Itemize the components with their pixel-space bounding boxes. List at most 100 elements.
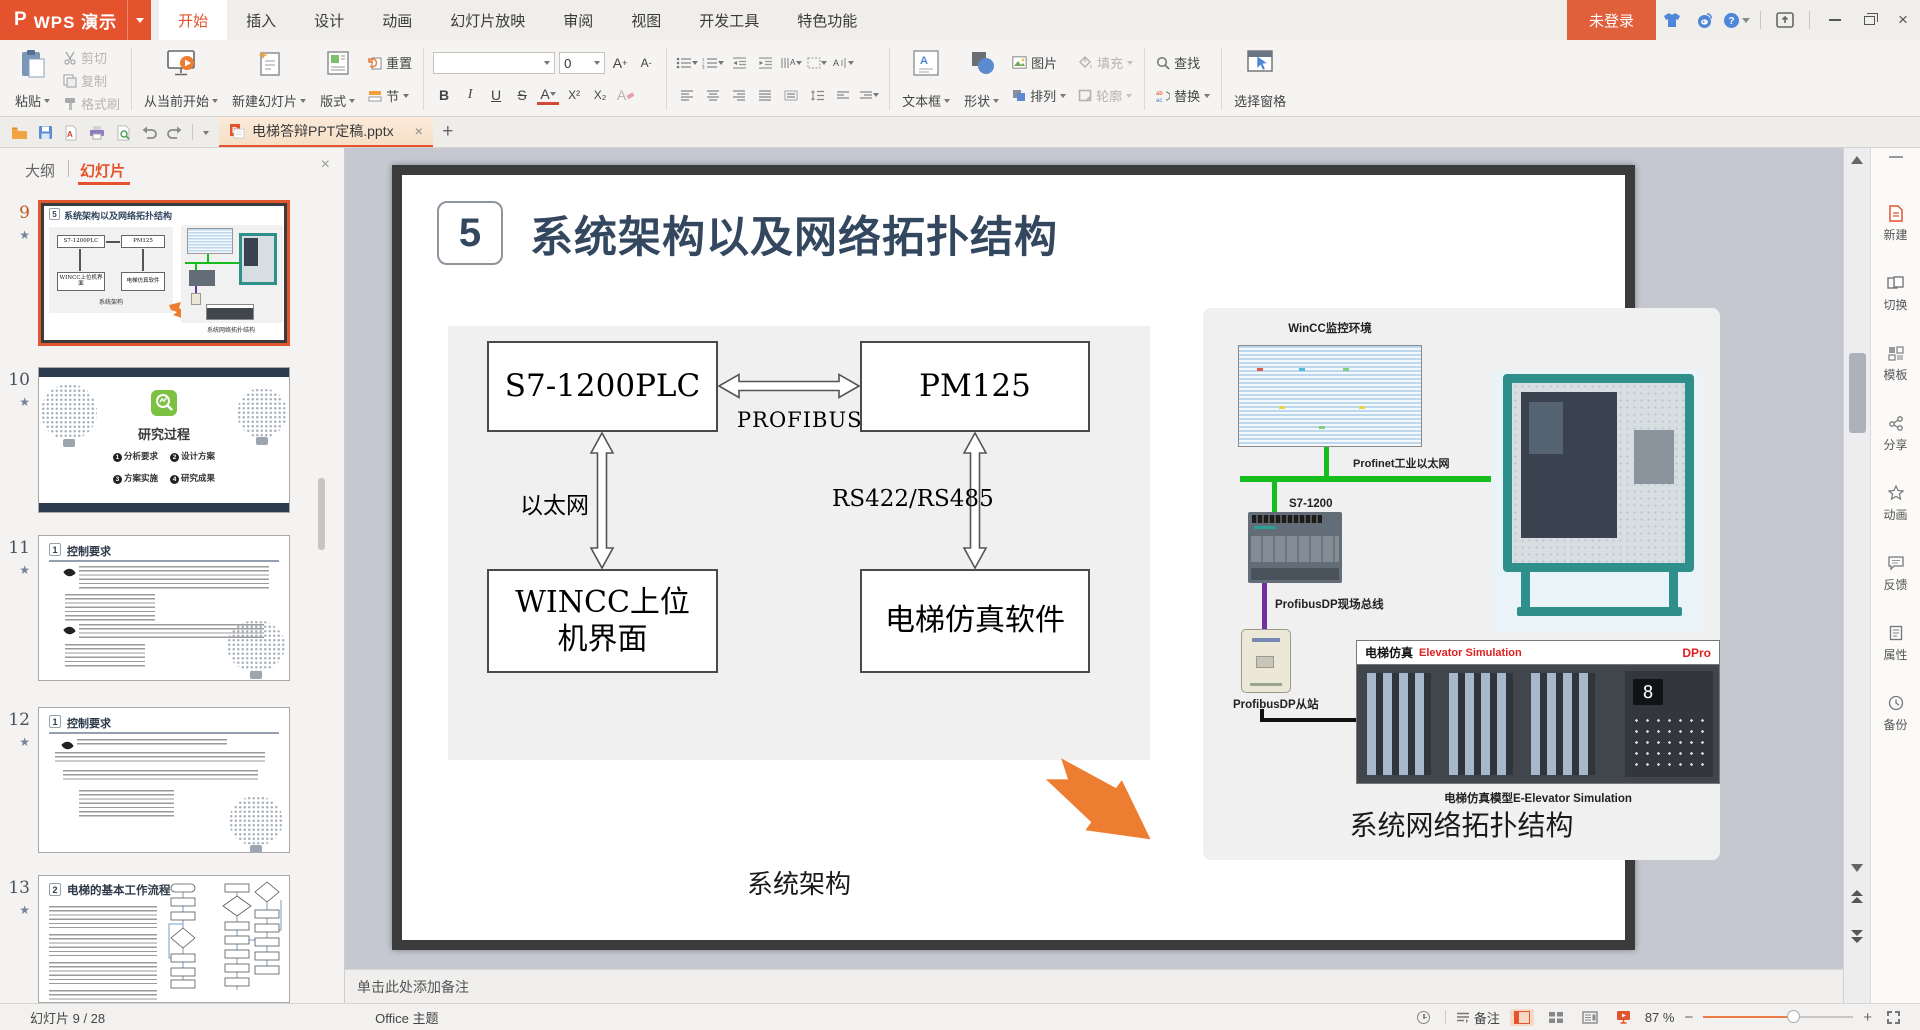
theme-name[interactable]: Office 主题 xyxy=(375,1008,438,1027)
increase-indent-button[interactable] xyxy=(754,52,776,74)
strikethrough-button[interactable]: S xyxy=(511,84,533,106)
tab-outline[interactable]: 大纲 xyxy=(25,160,55,181)
print-button[interactable] xyxy=(84,117,110,148)
slide-12-thumbnail[interactable]: 1 控制要求 xyxy=(38,707,290,853)
zoom-slider[interactable] xyxy=(1703,1016,1853,1018)
picture-button[interactable]: 图片 xyxy=(1006,51,1072,74)
slide-9-thumbnail[interactable]: 5 系统架构以及网络拓扑结构 S7-1200PLC PM125 WINCC上位机… xyxy=(38,200,290,346)
shrink-font-button[interactable]: A- xyxy=(635,52,657,74)
quickbar-dropdown[interactable] xyxy=(197,117,215,148)
grow-font-button[interactable]: A+ xyxy=(609,52,631,74)
align-center-button[interactable] xyxy=(702,84,724,106)
font-size-select[interactable]: 0 xyxy=(559,52,605,74)
bold-button[interactable]: B xyxy=(433,84,455,106)
font-family-select[interactable] xyxy=(433,52,555,74)
slideshow-button[interactable] xyxy=(1612,1008,1635,1026)
label-rs422[interactable]: RS422/RS485 xyxy=(832,486,994,512)
save-button[interactable] xyxy=(32,117,58,148)
font-color-button[interactable]: A xyxy=(537,86,559,105)
sidebar-item-properties[interactable]: 属性 xyxy=(1871,624,1920,663)
logo-dropdown-button[interactable] xyxy=(127,0,151,40)
app-logo[interactable]: P WPS 演示 xyxy=(0,0,127,40)
tab-slideshow[interactable]: 幻灯片放映 xyxy=(431,0,544,40)
slide-title[interactable]: 系统架构以及网络拓扑结构 xyxy=(530,203,1058,265)
zoom-slider-knob[interactable] xyxy=(1787,1010,1800,1023)
align-left-button[interactable] xyxy=(676,84,698,106)
arch-box-pm[interactable]: PM125 xyxy=(860,341,1090,432)
close-button[interactable]: × xyxy=(1886,0,1920,40)
login-button[interactable]: 未登录 xyxy=(1567,0,1656,40)
file-tab[interactable]: P 电梯答辩PPT定稿.pptx × xyxy=(219,117,433,147)
next-slide-button[interactable] xyxy=(1851,930,1863,944)
orange-pointer-arrow[interactable] xyxy=(1035,744,1169,865)
file-tab-close-icon[interactable]: × xyxy=(415,123,423,139)
section-button[interactable]: 节 xyxy=(362,84,418,107)
sidebar-item-new[interactable]: 新建 xyxy=(1871,204,1920,243)
previous-slide-button[interactable] xyxy=(1851,890,1863,904)
slide-sorter-button[interactable] xyxy=(1544,1009,1568,1026)
tab-devtools[interactable]: 开发工具 xyxy=(680,0,778,40)
scrollbar-thumb[interactable] xyxy=(1849,353,1866,433)
skin-switch-button[interactable] xyxy=(1771,6,1799,34)
layout-button[interactable]: 版式 xyxy=(313,44,362,114)
clear-format-button[interactable]: A xyxy=(615,84,637,106)
slide-10-thumbnail[interactable]: 研究过程 1分析要求 2设计方案 3方案实施 4研究成果 xyxy=(38,367,290,513)
sidebar-item-share[interactable]: 分享 xyxy=(1871,414,1920,453)
format-painter-button[interactable]: 格式刷 xyxy=(57,92,126,115)
sidebar-item-feedback[interactable]: 反馈 xyxy=(1871,554,1920,593)
arch-caption[interactable]: 系统架构 xyxy=(448,864,1150,901)
arch-box-sim[interactable]: 电梯仿真软件 xyxy=(860,569,1090,673)
tab-home[interactable]: 开始 xyxy=(159,0,227,40)
replace-button[interactable]: abac 替换 xyxy=(1150,84,1216,107)
zoom-percent[interactable]: 87 % xyxy=(1645,1010,1675,1025)
slide-13-thumbnail[interactable]: 2 电梯的基本工作流程 xyxy=(38,875,290,1003)
tab-review[interactable]: 审阅 xyxy=(544,0,612,40)
print-preview-button[interactable] xyxy=(110,117,136,148)
reset-button[interactable]: 重置 xyxy=(362,51,418,74)
tab-design[interactable]: 设计 xyxy=(295,0,363,40)
label-ethernet[interactable]: 以太网 xyxy=(520,486,589,520)
shape-button[interactable]: 形状 xyxy=(957,44,1006,114)
sidebar-item-template[interactable]: 模板 xyxy=(1871,344,1920,383)
tab-view[interactable]: 视图 xyxy=(612,0,680,40)
sidebar-item-backup[interactable]: 备份 xyxy=(1871,694,1920,733)
history-button[interactable] xyxy=(1413,1007,1435,1027)
skin-button[interactable] xyxy=(1658,6,1686,34)
fit-slide-button[interactable] xyxy=(1882,1007,1904,1027)
topology-caption[interactable]: 系统网络拓扑结构 xyxy=(1203,804,1720,844)
notes-bar[interactable]: 单击此处添加备注 xyxy=(345,969,1843,1003)
tab-special[interactable]: 特色功能 xyxy=(778,0,876,40)
help-button[interactable]: ? xyxy=(1722,6,1750,34)
minimize-button[interactable] xyxy=(1818,0,1852,40)
panel-close-icon[interactable]: × xyxy=(321,156,330,174)
bullet-list-button[interactable] xyxy=(676,52,698,74)
superscript-button[interactable]: X² xyxy=(563,84,585,106)
reading-view-button[interactable] xyxy=(1578,1009,1602,1026)
arrange-button[interactable]: 排列 xyxy=(1006,84,1072,107)
arch-box-wincc[interactable]: WINCC上位机界面 xyxy=(487,569,718,673)
tab-insert[interactable]: 插入 xyxy=(227,0,295,40)
tab-slides[interactable]: 幻灯片 xyxy=(80,160,125,181)
paste-button[interactable]: 粘贴 xyxy=(8,44,57,114)
distribute-button[interactable] xyxy=(780,84,802,106)
copy-button[interactable]: 复制 xyxy=(57,69,126,92)
sidebar-collapse-button[interactable] xyxy=(1889,156,1903,158)
open-button[interactable] xyxy=(6,117,32,148)
char-spacing-button[interactable]: A xyxy=(832,52,854,74)
zoom-out-button[interactable]: − xyxy=(1684,1009,1693,1026)
weibo-button[interactable] xyxy=(1690,6,1718,34)
scroll-up-icon[interactable] xyxy=(1851,156,1863,164)
panel-scrollbar-thumb[interactable] xyxy=(318,478,325,550)
selection-pane-button[interactable]: 选择窗格 xyxy=(1227,44,1293,114)
textbox-button[interactable]: A 文本框 xyxy=(895,44,957,114)
notes-toggle-button[interactable]: 备注 xyxy=(1456,1007,1500,1027)
find-button[interactable]: 查找 xyxy=(1150,51,1216,74)
arch-box-plc[interactable]: S7-1200PLC xyxy=(487,341,718,432)
restore-button[interactable] xyxy=(1852,0,1886,40)
slide-number-badge[interactable]: 5 xyxy=(437,201,503,265)
text-direction-button[interactable]: A xyxy=(780,52,802,74)
slide-9[interactable]: 5 系统架构以及网络拓扑结构 S7-1200PLC PM125 WINCC上位机… xyxy=(392,165,1635,950)
line-spacing-button[interactable] xyxy=(806,84,828,106)
outline-button[interactable]: 轮廓 xyxy=(1072,84,1139,107)
fill-button[interactable]: 填充 xyxy=(1072,51,1139,74)
